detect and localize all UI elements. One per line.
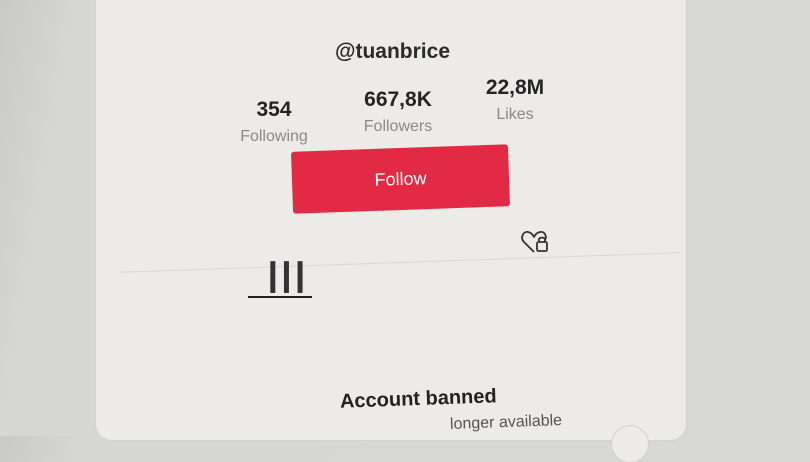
tab-liked[interactable]	[520, 228, 552, 256]
heart-lock-icon	[521, 231, 548, 253]
active-tab-underline	[248, 296, 312, 298]
stat-followers-label: Followers	[363, 118, 433, 135]
profile-card	[96, 0, 686, 440]
stat-likes-label: Likes	[496, 106, 534, 123]
stat-likes: 22,8M Likes	[482, 76, 548, 124]
tab-videos[interactable]: ┃┃┃	[248, 258, 312, 300]
stat-followers-value: 667,8K	[364, 88, 432, 111]
scroll-top-button[interactable]	[612, 426, 648, 462]
stat-following-value: 354	[256, 98, 292, 121]
stat-following[interactable]: 354 Following	[236, 98, 312, 146]
grid-bars-icon: ┃┃┃	[265, 262, 308, 292]
username: @tuanbrice	[335, 40, 450, 63]
stat-following-label: Following	[240, 128, 308, 145]
stat-followers[interactable]: 667,8K Followers	[358, 88, 438, 136]
follow-button[interactable]: Follow	[290, 144, 511, 214]
stat-likes-value: 22,8M	[485, 76, 545, 99]
